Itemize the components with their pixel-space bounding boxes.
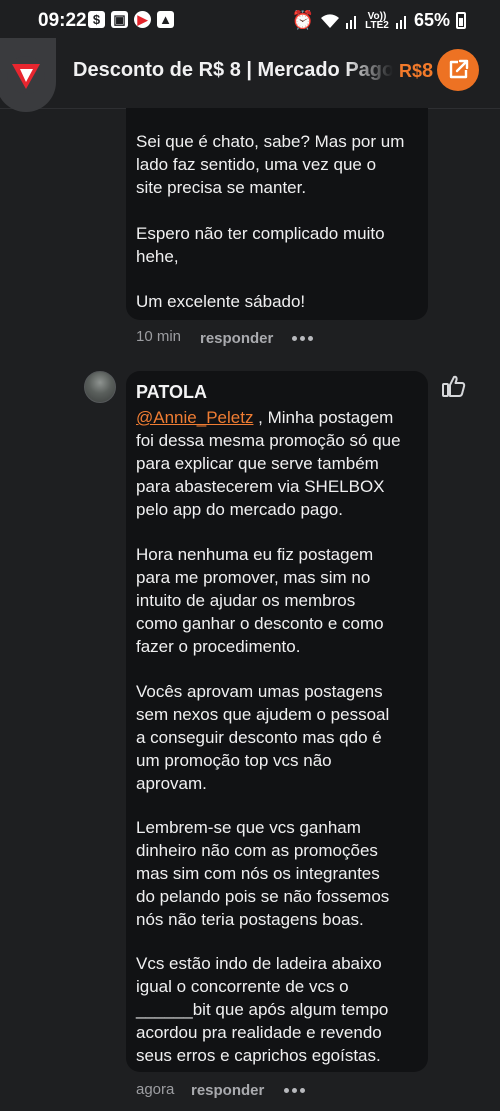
youtube-icon: ▶ xyxy=(134,11,151,28)
comment-line: hehe, xyxy=(136,247,179,266)
app-logo[interactable] xyxy=(0,38,56,112)
wifi-icon xyxy=(320,13,339,28)
status-bar: 09:22 $ ▣ ▶ ▲ ⏰ Vo)) LTE2 65% xyxy=(0,0,500,40)
dollar-icon: $ xyxy=(88,11,105,28)
comment-line: intuito de ajudar os membros xyxy=(136,591,356,610)
comment-line: Sei que é chato, sabe? Mas por um xyxy=(136,132,405,151)
mention-link[interactable]: @Annie_Peletz xyxy=(136,408,253,427)
avatar[interactable] xyxy=(84,371,116,403)
comment-line: aprovam. xyxy=(136,774,207,793)
comment-line: lado faz sentido, uma vez que o xyxy=(136,155,377,174)
page-title: Desconto de R$ 8 | Mercado Pago xyxy=(73,59,393,81)
reply-button[interactable]: responder xyxy=(191,1082,264,1099)
comment-line: site precisa se manter. xyxy=(136,178,307,197)
battery-icon xyxy=(456,12,466,29)
app-header: Desconto de R$ 8 | Mercado Pago R$8 xyxy=(0,38,500,112)
pelando-logo-icon xyxy=(7,56,45,94)
more-options-icon[interactable] xyxy=(284,1088,305,1093)
comment-line: sem nexos que ajudem o pessoal xyxy=(136,705,390,724)
comment-line: Hora nenhuma eu fiz postagem xyxy=(136,545,374,564)
external-link-icon xyxy=(449,59,469,79)
comment-line: ______bit que após algum tempo xyxy=(136,1000,389,1019)
comment-timestamp: 10 min xyxy=(136,328,182,345)
comment-line: mas sim com nós os integrantes xyxy=(136,864,380,883)
comment-line: nós não teria postagens boas. xyxy=(136,910,364,929)
comment-line: @Annie_Peletz , Minha postagem xyxy=(136,408,394,427)
gallery-icon: ▲ xyxy=(157,11,174,28)
status-time: 09:22 xyxy=(38,10,87,31)
thumbs-up-icon[interactable] xyxy=(441,373,467,399)
notification-icons: $ ▣ ▶ ▲ xyxy=(88,11,174,28)
system-icons: ⏰ Vo)) LTE2 65% xyxy=(292,10,466,31)
signal-icon xyxy=(395,15,406,29)
comment-line: seus erros e caprichos egoístas. xyxy=(136,1046,381,1065)
comment-line: acordou pra realidade e revendo xyxy=(136,1023,382,1042)
signal-icon xyxy=(345,15,356,29)
reply-button[interactable]: responder xyxy=(200,330,273,347)
calendar-icon: ▣ xyxy=(111,11,128,28)
more-options-icon[interactable] xyxy=(292,336,313,341)
comment-line: a conseguir desconto mas qdo é xyxy=(136,728,382,747)
comment-line: como ganhar o desconto e como xyxy=(136,614,384,633)
comment-line: pelo app do mercado pago. xyxy=(136,500,343,519)
price-value: 8 xyxy=(422,60,434,82)
alarm-icon: ⏰ xyxy=(291,10,314,30)
comment-author[interactable]: PATOLA xyxy=(136,382,207,403)
comment-line: um promoção top vcs não xyxy=(136,751,332,770)
comment-line: para explicar que serve também xyxy=(136,454,379,473)
open-link-button[interactable] xyxy=(437,49,479,91)
comment-line: Espero não ter complicado muito xyxy=(136,224,385,243)
comment-line: dinheiro não com as promoções xyxy=(136,841,378,860)
comment-line: do pelando pois se não fossemos xyxy=(136,887,390,906)
comment-line: Lembrem-se que vcs ganham xyxy=(136,818,361,837)
price-currency: R$ xyxy=(399,61,423,81)
battery-percent: 65% xyxy=(413,10,450,30)
comment-line: fazer o procedimento. xyxy=(136,637,301,656)
comment-line: foi dessa mesma promoção só que xyxy=(136,431,401,450)
comment-line: Vocês aprovam umas postagens xyxy=(136,682,383,701)
deal-price: R$8 xyxy=(399,60,433,83)
comment-line: Um excelente sábado! xyxy=(136,292,306,311)
comment-line: igual o concorrente de vcs o xyxy=(136,977,349,996)
comment-line: para abastecerem via SHELBOX xyxy=(136,477,385,496)
comment-timestamp: agora xyxy=(136,1081,175,1098)
comment-line: Vcs estão indo de ladeira abaixo xyxy=(136,954,382,973)
comment-line: para me promover, mas sim no xyxy=(136,568,371,587)
network-label: Vo)) LTE2 xyxy=(365,10,389,31)
